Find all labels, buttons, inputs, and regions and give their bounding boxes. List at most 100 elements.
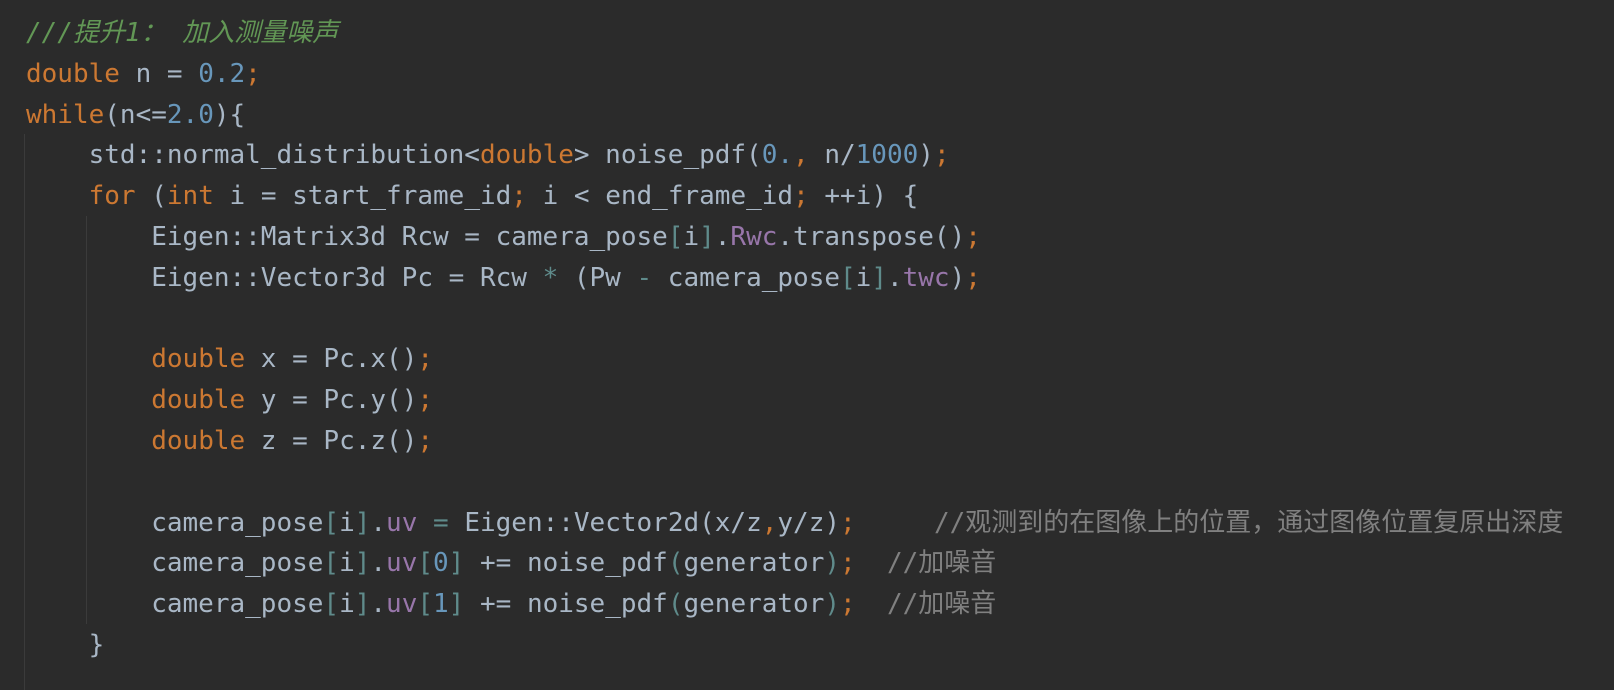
code-token: i < end_frame_id <box>526 181 794 212</box>
code-line[interactable]: while(n<=2.0){ <box>26 94 245 136</box>
code-token: . <box>370 507 387 538</box>
code-token: > noise_pdf( <box>573 140 762 171</box>
code-token: ] <box>354 507 371 538</box>
code-token: uv <box>386 589 418 620</box>
code-token: uv <box>386 507 418 538</box>
code-token: i <box>339 589 355 620</box>
code-token: int <box>166 181 214 212</box>
code-token: [ <box>323 507 340 538</box>
code-token: 0 <box>433 548 449 579</box>
code-line[interactable]: double x = Pc.x(); <box>26 338 433 380</box>
code-token: double <box>151 385 246 416</box>
code-token: ; <box>840 548 856 579</box>
code-token: for <box>88 181 136 212</box>
code-line[interactable]: Eigen::Matrix3d Rcw = camera_pose[i].Rwc… <box>26 216 981 258</box>
code-token: ] <box>448 589 465 620</box>
code-token: double <box>151 426 246 456</box>
code-line[interactable]: Eigen::Vector3d Pc = Rcw * (Pw - camera_… <box>26 257 981 299</box>
code-token: 1000 <box>855 140 919 171</box>
code-token: ] <box>699 222 715 252</box>
code-token: ) <box>824 548 841 579</box>
code-token: camera_pose <box>652 262 840 293</box>
code-line[interactable]: double y = Pc.y(); <box>26 379 433 421</box>
code-token: ; <box>245 58 261 89</box>
code-token: ( <box>667 548 684 579</box>
code-line[interactable]: double z = Pc.z(); <box>26 420 433 462</box>
code-line[interactable]: std::normal_distribution<double> noise_p… <box>26 134 950 176</box>
code-token: camera_pose <box>26 589 324 620</box>
code-token: twc <box>902 262 950 293</box>
code-token: ) <box>949 262 966 293</box>
code-token: ; <box>511 181 527 212</box>
code-token: y = Pc.y() <box>245 385 418 416</box>
code-token: ] <box>871 262 887 293</box>
code-editor[interactable]: ///提升1： 加入测量噪声 double n = 0.2; while(n<=2.… <box>0 0 1614 690</box>
code-token: z = Pc.z() <box>245 426 418 456</box>
code-token: y/z) <box>777 507 841 538</box>
code-token: ) <box>824 589 841 620</box>
code-token: . <box>886 262 903 293</box>
code-token: ] <box>448 548 465 579</box>
code-token: i <box>683 222 700 252</box>
code-token: ( <box>667 589 684 620</box>
code-token: ; <box>793 181 809 212</box>
code-token: . <box>370 589 387 620</box>
code-token: Eigen::Matrix3d Rcw = camera_pose <box>26 222 668 252</box>
code-token: ] <box>354 548 371 579</box>
code-token: 1 <box>433 589 449 620</box>
code-token: += noise_pdf <box>464 548 668 579</box>
code-token: ) <box>918 140 934 171</box>
code-token: double <box>151 344 246 375</box>
code-token: i <box>855 262 872 293</box>
code-comment: ///提升1： 加入测量噪声 <box>26 18 339 48</box>
code-token: , <box>761 507 778 538</box>
code-token: . <box>714 222 731 252</box>
code-token: . <box>370 548 387 579</box>
code-token: Eigen::Vector3d Pc = Rcw <box>26 262 543 293</box>
code-token: [ <box>323 548 340 579</box>
indent-guide-while <box>24 134 25 690</box>
code-token: ; <box>417 385 433 416</box>
code-token: camera_pose <box>26 548 324 579</box>
code-token: while <box>26 99 105 130</box>
code-token: ; <box>933 140 950 171</box>
code-token: [ <box>323 589 340 620</box>
code-token: n/ <box>808 140 856 171</box>
code-token: [ <box>840 262 856 293</box>
code-token: ){ <box>213 99 246 130</box>
code-token: ++i) { <box>808 181 919 212</box>
code-token: i = start_frame_id <box>213 181 512 212</box>
code-line[interactable]: camera_pose[i].uv = Eigen::Vector2d(x/z,… <box>26 502 1563 544</box>
code-token: [ <box>667 222 684 252</box>
code-token: (n<= <box>104 99 167 130</box>
code-token: ; <box>840 589 856 620</box>
code-comment: //加噪音 <box>855 548 997 579</box>
code-line[interactable]: for (int i = start_frame_id; i < end_fra… <box>26 175 919 217</box>
code-token: - <box>636 262 653 293</box>
code-token: ( <box>135 181 167 212</box>
code-token: x = Pc.x() <box>245 344 418 375</box>
code-token: .transpose() <box>777 222 966 252</box>
code-line[interactable]: camera_pose[i].uv[1] += noise_pdf(genera… <box>26 583 996 625</box>
code-token: [ <box>417 548 434 579</box>
code-token: 0.2 <box>198 58 246 89</box>
code-token: * <box>542 262 559 293</box>
code-token: generator <box>683 548 825 579</box>
code-token: i <box>339 548 355 579</box>
code-token: 2.0 <box>166 99 214 130</box>
code-line[interactable]: camera_pose[i].uv[0] += noise_pdf(genera… <box>26 542 996 584</box>
code-line[interactable]: } <box>26 624 105 666</box>
code-token: ; <box>965 222 981 252</box>
code-token: ] <box>354 589 371 620</box>
code-token: n = <box>119 58 199 89</box>
code-line[interactable]: ///提升1： 加入测量噪声 <box>26 12 338 54</box>
code-token: double <box>26 58 120 89</box>
code-line[interactable]: double n = 0.2; <box>26 53 261 95</box>
code-token: (Pw <box>558 262 637 293</box>
code-token: } <box>26 630 105 660</box>
code-token: generator <box>683 589 825 620</box>
code-token: double <box>479 140 574 171</box>
